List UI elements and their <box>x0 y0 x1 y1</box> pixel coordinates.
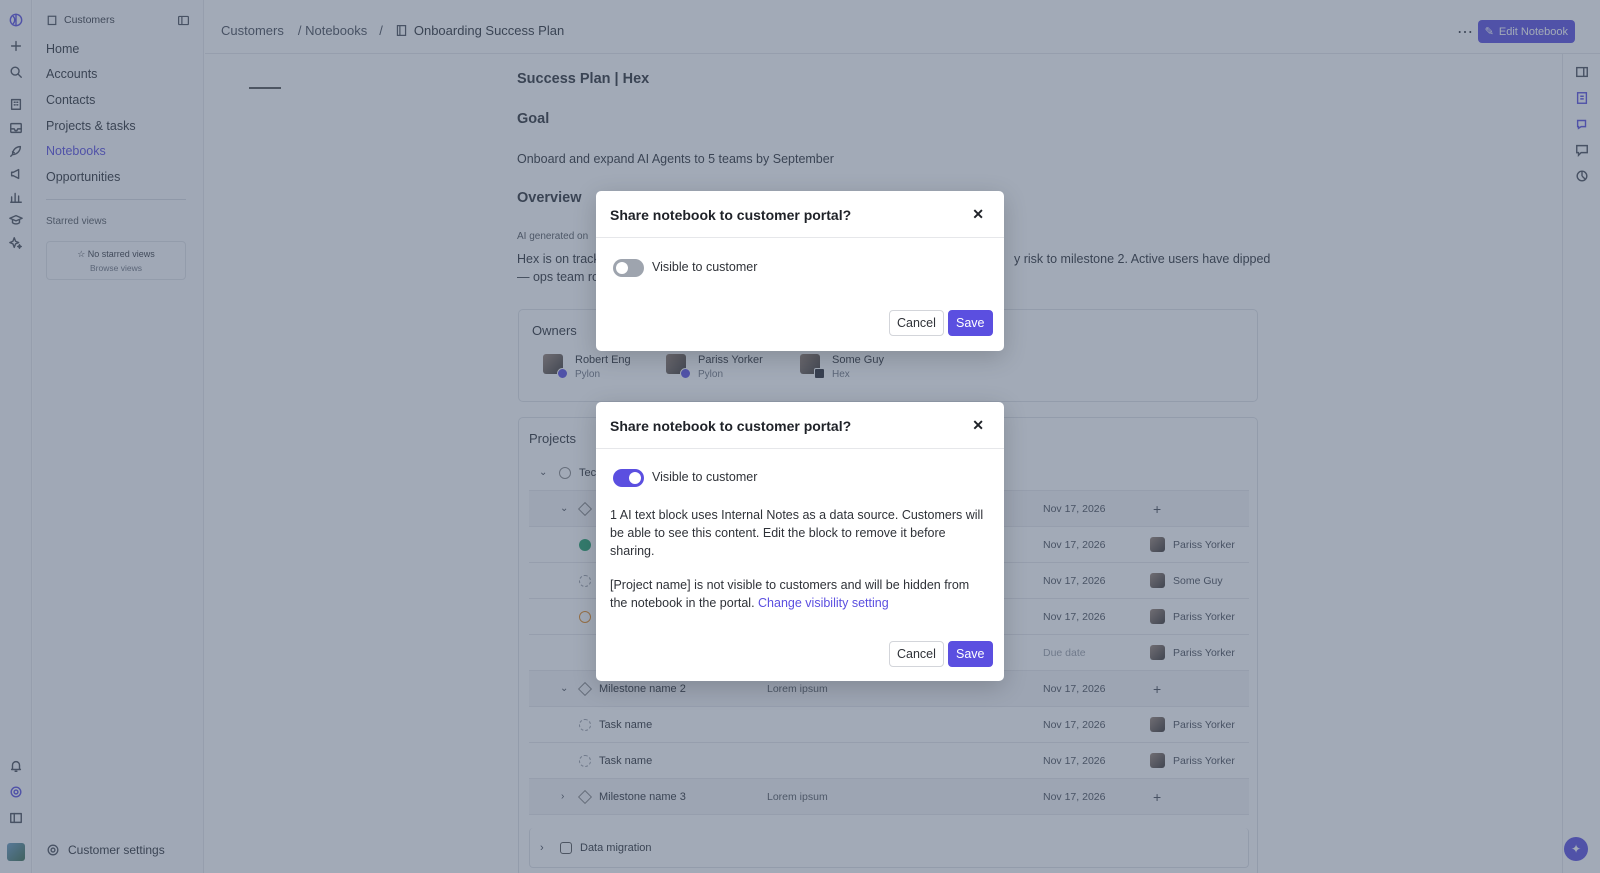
share-modal-off: Share notebook to customer portal? ✕ Vis… <box>596 191 1004 351</box>
ai-block-warning: 1 AI text block uses Internal Notes as a… <box>610 508 984 558</box>
modal-title: Share notebook to customer portal? <box>610 207 852 223</box>
toggle-knob <box>629 472 641 484</box>
app: Customers Home Accounts Contacts Project… <box>0 0 1600 873</box>
cancel-button[interactable]: Cancel <box>889 641 944 667</box>
change-visibility-link[interactable]: Change visibility setting <box>758 596 889 610</box>
modal-title: Share notebook to customer portal? <box>610 418 852 434</box>
visibility-toggle-label: Visible to customer <box>652 260 758 274</box>
modal-header: Share notebook to customer portal? ✕ <box>596 402 1004 449</box>
toggle-knob <box>616 262 628 274</box>
close-icon[interactable]: ✕ <box>972 206 984 223</box>
visibility-toggle[interactable] <box>613 259 644 277</box>
save-button[interactable]: Save <box>948 641 993 667</box>
visibility-toggle[interactable] <box>613 469 644 487</box>
save-button[interactable]: Save <box>948 310 993 336</box>
hidden-project-warning: [Project name] is not visible to custome… <box>610 576 990 612</box>
close-icon[interactable]: ✕ <box>972 417 984 434</box>
modal-header: Share notebook to customer portal? ✕ <box>596 191 1004 238</box>
visibility-toggle-label: Visible to customer <box>652 470 758 484</box>
share-modal-on: Share notebook to customer portal? ✕ Vis… <box>596 402 1004 681</box>
cancel-button[interactable]: Cancel <box>889 310 944 336</box>
